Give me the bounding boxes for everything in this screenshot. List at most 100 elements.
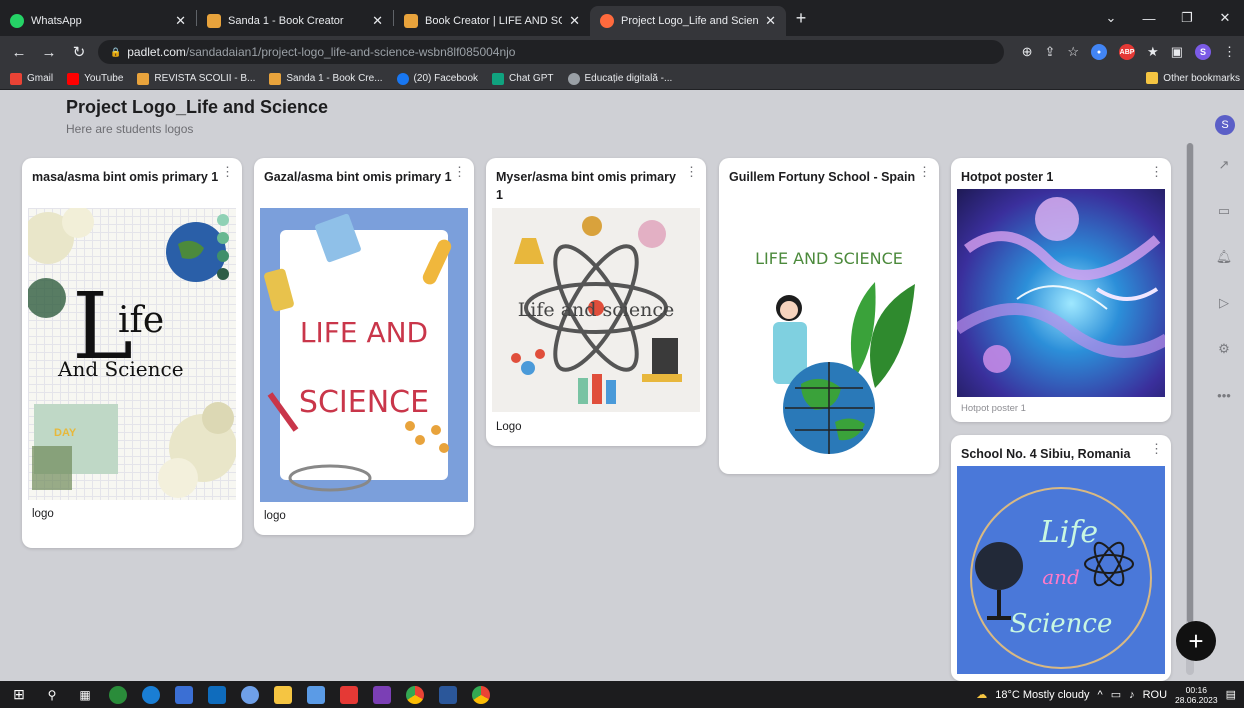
- remake-icon[interactable]: ▭: [1212, 199, 1236, 223]
- bookmark-gmail[interactable]: Gmail: [10, 72, 53, 85]
- chevron-up-icon[interactable]: ^: [1098, 689, 1103, 701]
- post-menu-icon[interactable]: ⋮: [685, 164, 698, 180]
- bookmark-chatgpt[interactable]: Chat GPT: [492, 72, 554, 85]
- bookmark-facebook[interactable]: (20) Facebook: [396, 72, 478, 85]
- tab-book-creator-sanda[interactable]: Sanda 1 - Book Creator ✕: [197, 6, 393, 36]
- onenote-icon[interactable]: [373, 685, 391, 704]
- system-tray: ☁ 18°C Mostly cloudy ^ ▭ ♪ ROU 00:16 28.…: [976, 681, 1236, 708]
- slideshow-play-icon[interactable]: ▷: [1212, 291, 1236, 315]
- chevron-down-icon[interactable]: ⌄: [1092, 10, 1130, 26]
- user-avatar[interactable]: S: [1215, 115, 1235, 135]
- clock-time: 00:16: [1185, 684, 1207, 695]
- tab-book-creator-life[interactable]: Book Creator | LIFE AND SCIENCE ✕: [394, 6, 590, 36]
- bookmark-sanda[interactable]: Sanda 1 - Book Cre...: [269, 72, 383, 85]
- chrome-profile-icon[interactable]: [472, 685, 490, 704]
- reload-icon[interactable]: ↻: [68, 43, 90, 61]
- tab-title: Book Creator | LIFE AND SCIENCE: [425, 15, 563, 27]
- post-menu-icon[interactable]: ⋮: [1150, 441, 1163, 457]
- settings-gear-icon[interactable]: ⚙: [1212, 337, 1236, 361]
- restore-icon[interactable]: ❐: [1168, 10, 1206, 26]
- bell-icon[interactable]: 🔔︎: [1212, 245, 1236, 269]
- post-menu-icon[interactable]: ⋮: [221, 164, 234, 180]
- bookmark-educatie[interactable]: Educație digitală -...: [567, 72, 672, 85]
- language-indicator[interactable]: ROU: [1143, 689, 1167, 701]
- mail-icon[interactable]: [208, 685, 226, 704]
- more-options-icon[interactable]: •••: [1212, 383, 1236, 407]
- close-icon[interactable]: ✕: [569, 13, 580, 29]
- weather-text[interactable]: 18°C Mostly cloudy: [995, 689, 1089, 701]
- extension-icon[interactable]: ●: [1091, 44, 1108, 60]
- tab-title: Sanda 1 - Book Creator: [228, 15, 344, 27]
- post-image-life-science-grid[interactable]: L ife And Science DAY: [28, 208, 236, 500]
- post-card-guillem-fortuny[interactable]: Guillem Fortuny School - Spain ⋮ LIFE AN…: [719, 158, 939, 474]
- star-icon[interactable]: ☆: [1067, 44, 1079, 60]
- edge-icon[interactable]: [142, 685, 160, 704]
- paint-icon[interactable]: [241, 685, 259, 704]
- clock[interactable]: 00:16 28.06.2023: [1175, 685, 1218, 705]
- post-card-masa[interactable]: masa/asma bint omis primary 1 ⋮ L ife An…: [22, 158, 242, 548]
- windows-start-icon[interactable]: ⊞: [10, 686, 28, 704]
- post-card-gazal[interactable]: Gazal/asma bint omis primary 1 ⋮ LIFE AN…: [254, 158, 474, 535]
- task-view-icon[interactable]: ▦: [76, 686, 94, 704]
- volume-icon[interactable]: ♪: [1129, 689, 1135, 701]
- post-title: Gazal/asma bint omis primary 1: [264, 170, 452, 184]
- adblock-icon[interactable]: ABP: [1119, 44, 1136, 60]
- post-image-hotpot-poster[interactable]: [957, 189, 1165, 397]
- post-card-school-sibiu[interactable]: School No. 4 Sibiu, Romania ⋮ Life and S…: [951, 435, 1171, 681]
- other-bookmarks[interactable]: Other bookmarks: [1146, 72, 1240, 84]
- file-explorer-icon[interactable]: [307, 685, 325, 704]
- post-menu-icon[interactable]: ⋮: [918, 164, 931, 180]
- post-card-hotpot-poster[interactable]: Hotpot poster 1 ⋮ Hotpot poster 1: [951, 158, 1171, 422]
- post-caption: Logo: [496, 421, 522, 433]
- post-image-sibiu-logo[interactable]: Life and Science: [957, 466, 1165, 674]
- folder-icon[interactable]: [274, 685, 292, 704]
- minimize-icon[interactable]: —: [1130, 11, 1168, 26]
- lock-icon: 🔒: [110, 46, 122, 57]
- tab-title: Project Logo_Life and Science: [621, 15, 759, 27]
- tab-whatsapp[interactable]: WhatsApp ✕: [0, 6, 196, 36]
- image-text-life-and: LIFE AND: [300, 316, 428, 349]
- board-subtitle: Here are students logos: [66, 122, 194, 136]
- notification-icon[interactable]: ▤: [1226, 688, 1236, 701]
- new-tab-button[interactable]: +: [786, 8, 816, 29]
- url-bar[interactable]: 🔒 padlet.com/sandadaian1/project-logo_li…: [98, 40, 1004, 64]
- forward-icon[interactable]: →: [38, 44, 60, 61]
- image-text-life: Life: [1039, 515, 1098, 550]
- post-image-earth-scientist[interactable]: LIFE AND SCIENCE: [725, 208, 933, 458]
- post-image-atom-science[interactable]: Life and science: [492, 208, 700, 412]
- install-icon[interactable]: ⊕: [1022, 44, 1033, 60]
- address-toolbar: ← → ↻ 🔒 padlet.com/sandadaian1/project-l…: [0, 36, 1244, 68]
- search-icon[interactable]: ⚲: [43, 686, 61, 704]
- facebook-icon: [396, 72, 409, 85]
- sidepanel-icon[interactable]: ▣: [1171, 44, 1183, 60]
- tab-padlet-active[interactable]: Project Logo_Life and Science ✕: [590, 6, 786, 36]
- close-icon[interactable]: ✕: [175, 13, 186, 29]
- anydesk-icon[interactable]: [340, 685, 358, 704]
- bookmark-youtube[interactable]: YouTube: [67, 72, 123, 85]
- post-card-myser[interactable]: Myser/asma bint omis primary 1 ⋮ Life an…: [486, 158, 706, 446]
- add-post-button[interactable]: +: [1176, 621, 1216, 661]
- network-icon[interactable]: ▭: [1111, 688, 1121, 701]
- back-icon[interactable]: ←: [8, 44, 30, 61]
- edge-legacy-icon[interactable]: [109, 685, 127, 704]
- word-icon[interactable]: [439, 685, 457, 704]
- close-icon[interactable]: ✕: [765, 13, 776, 29]
- board-scroll-thumb[interactable]: [1187, 143, 1193, 623]
- post-menu-icon[interactable]: ⋮: [453, 164, 466, 180]
- close-window-icon[interactable]: ✕: [1206, 10, 1244, 26]
- close-icon[interactable]: ✕: [372, 13, 383, 29]
- youtube-icon: [67, 72, 80, 85]
- bookmark-revista[interactable]: REVISTA SCOLII - B...: [137, 72, 255, 85]
- share-icon[interactable]: ↗: [1212, 153, 1236, 177]
- window-controls: ⌄ — ❐ ✕: [1092, 0, 1244, 36]
- extensions-puzzle-icon[interactable]: ★: [1147, 44, 1159, 60]
- post-title: Hotpot poster 1: [961, 170, 1054, 184]
- share-icon[interactable]: ⇪: [1044, 44, 1055, 60]
- post-image-life-and-science-blue[interactable]: LIFE AND SCIENCE: [260, 208, 468, 502]
- chrome-icon[interactable]: [406, 685, 424, 704]
- earth-scientist-artwork: LIFE AND SCIENCE: [755, 249, 915, 454]
- menu-kebab-icon[interactable]: ⋮: [1223, 44, 1236, 60]
- store-icon[interactable]: [175, 685, 193, 704]
- post-menu-icon[interactable]: ⋮: [1150, 164, 1163, 180]
- profile-avatar[interactable]: S: [1195, 44, 1211, 60]
